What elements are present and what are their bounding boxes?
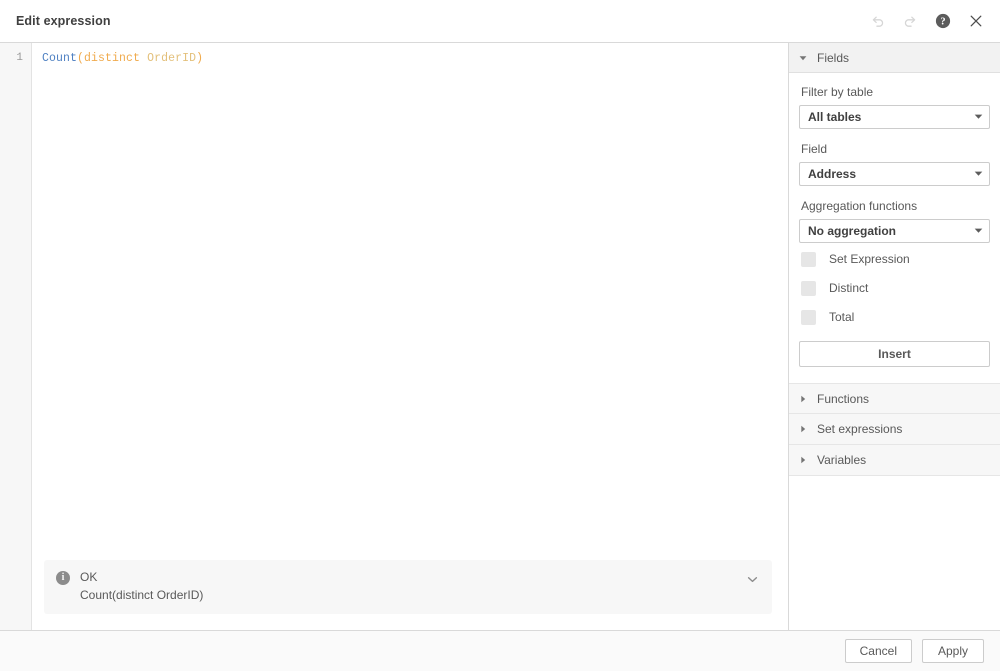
editor-code-area[interactable]: Count(distinct OrderID) bbox=[32, 43, 788, 630]
validation-content: OK Count(distinct OrderID) bbox=[70, 569, 744, 604]
svg-text:?: ? bbox=[940, 17, 945, 28]
checkbox-row-total[interactable]: Total bbox=[799, 304, 990, 330]
edit-expression-dialog: Edit expression ? bbox=[0, 0, 1000, 671]
insert-button[interactable]: Insert bbox=[799, 341, 990, 367]
checkbox-row-distinct[interactable]: Distinct bbox=[799, 275, 990, 301]
cancel-button[interactable]: Cancel bbox=[845, 639, 912, 663]
checkbox-total[interactable] bbox=[801, 310, 816, 325]
section-header-variables[interactable]: Variables bbox=[789, 445, 1000, 476]
dialog-footer: Cancel Apply bbox=[0, 630, 1000, 671]
token-space bbox=[140, 52, 147, 65]
side-panel: Fields Filter by table All tables Field … bbox=[789, 43, 1000, 630]
field-select[interactable]: Address bbox=[799, 162, 990, 186]
chevron-down-icon bbox=[974, 167, 983, 181]
chevron-down-icon bbox=[974, 224, 983, 238]
info-icon: i bbox=[56, 571, 70, 585]
validation-bar[interactable]: i OK Count(distinct OrderID) bbox=[44, 560, 772, 614]
section-header-functions[interactable]: Functions bbox=[789, 383, 1000, 414]
triangle-right-icon bbox=[797, 425, 809, 433]
section-title-functions: Functions bbox=[817, 392, 869, 406]
checkbox-row-set-expression[interactable]: Set Expression bbox=[799, 246, 990, 272]
token-close-paren: ) bbox=[196, 52, 203, 65]
panel-empty-space bbox=[789, 476, 1000, 630]
filter-by-table-value: All tables bbox=[808, 110, 974, 124]
line-number: 1 bbox=[0, 50, 31, 67]
field-label: Field bbox=[801, 142, 990, 157]
expression-line: Count(distinct OrderID) bbox=[42, 50, 788, 67]
token-keyword-distinct: distinct bbox=[84, 52, 140, 65]
dialog-title: Edit expression bbox=[16, 14, 867, 28]
validation-status: OK bbox=[80, 569, 744, 586]
titlebar-actions: ? bbox=[867, 11, 986, 31]
checkbox-label-total: Total bbox=[816, 310, 854, 324]
section-title-fields: Fields bbox=[817, 51, 849, 65]
checkbox-label-distinct: Distinct bbox=[816, 281, 868, 295]
token-field-name: OrderID bbox=[147, 52, 196, 65]
panel-accordion: Functions Set expressions Variables bbox=[789, 383, 1000, 476]
chevron-down-icon[interactable] bbox=[744, 571, 760, 587]
triangle-down-icon bbox=[797, 54, 809, 62]
dialog-body: 1 Count(distinct OrderID) i OK Count(dis… bbox=[0, 43, 1000, 630]
expression-editor[interactable]: 1 Count(distinct OrderID) i OK Count(dis… bbox=[0, 43, 789, 630]
aggregation-functions-label: Aggregation functions bbox=[801, 199, 990, 214]
redo-icon[interactable] bbox=[900, 11, 920, 31]
checkbox-label-set-expression: Set Expression bbox=[816, 252, 910, 266]
triangle-right-icon bbox=[797, 456, 809, 464]
section-title-set-expressions: Set expressions bbox=[817, 422, 902, 436]
editor-gutter: 1 bbox=[0, 43, 32, 630]
triangle-right-icon bbox=[797, 395, 809, 403]
section-title-variables: Variables bbox=[817, 453, 866, 467]
dialog-titlebar: Edit expression ? bbox=[0, 0, 1000, 43]
validation-expression: Count(distinct OrderID) bbox=[80, 586, 744, 604]
undo-icon[interactable] bbox=[867, 11, 887, 31]
checkbox-distinct[interactable] bbox=[801, 281, 816, 296]
chevron-down-icon bbox=[974, 110, 983, 124]
token-function: Count bbox=[42, 52, 77, 65]
aggregation-functions-select[interactable]: No aggregation bbox=[799, 219, 990, 243]
fields-panel-content: Filter by table All tables Field Address… bbox=[789, 73, 1000, 367]
filter-by-table-select[interactable]: All tables bbox=[799, 105, 990, 129]
field-value: Address bbox=[808, 167, 974, 181]
close-icon[interactable] bbox=[966, 11, 986, 31]
filter-by-table-label: Filter by table bbox=[801, 85, 990, 100]
section-header-set-expressions[interactable]: Set expressions bbox=[789, 414, 1000, 445]
checkbox-set-expression[interactable] bbox=[801, 252, 816, 267]
help-icon[interactable]: ? bbox=[933, 11, 953, 31]
aggregation-functions-value: No aggregation bbox=[808, 224, 974, 238]
section-header-fields[interactable]: Fields bbox=[789, 43, 1000, 73]
token-open-paren: ( bbox=[77, 52, 84, 65]
apply-button[interactable]: Apply bbox=[922, 639, 984, 663]
